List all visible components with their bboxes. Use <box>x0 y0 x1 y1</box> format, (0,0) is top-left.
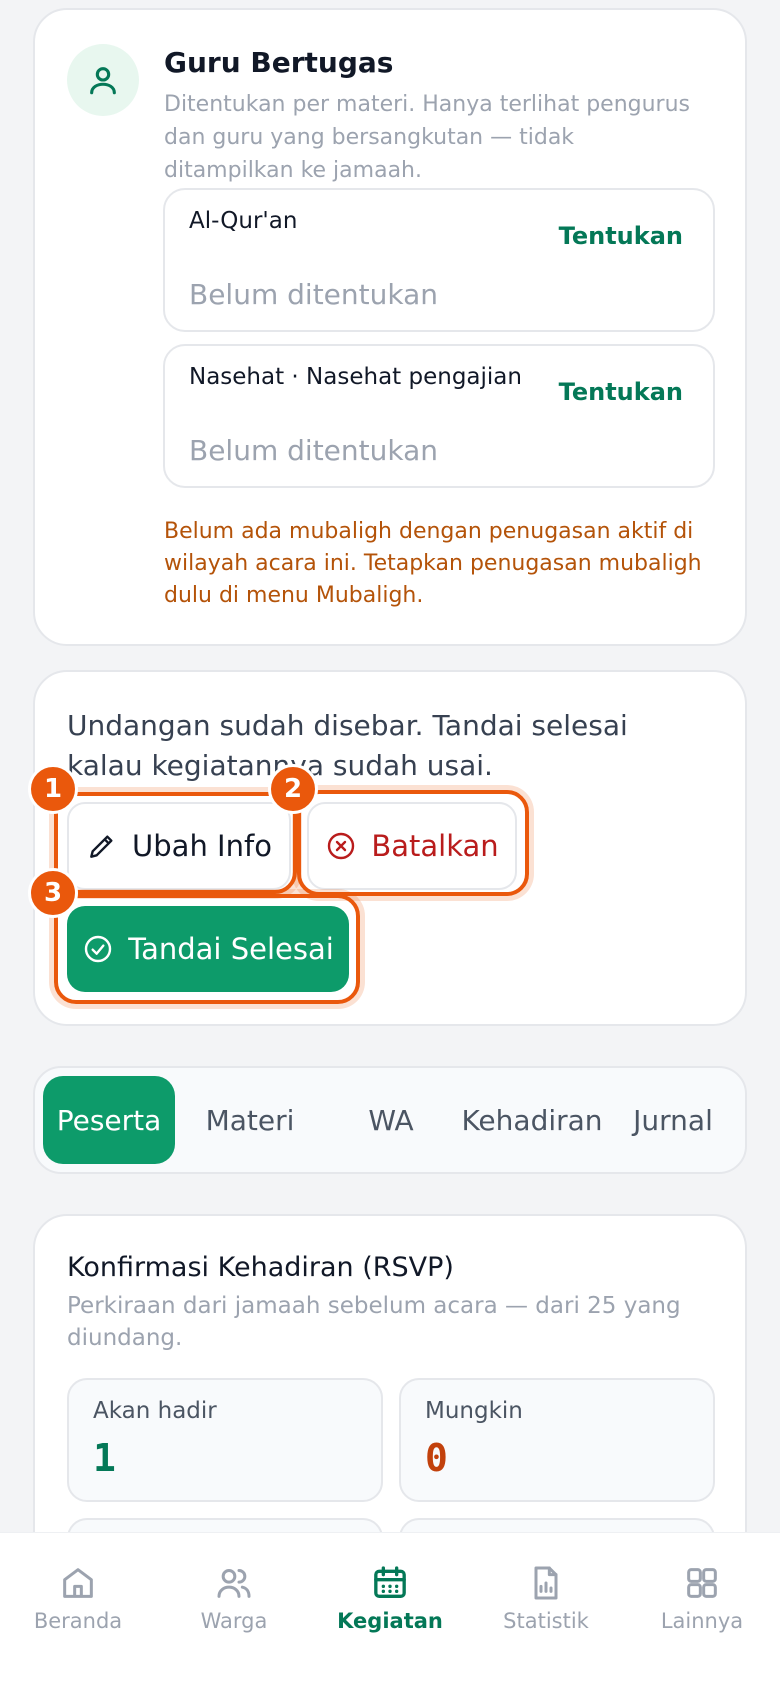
nav-statistik[interactable]: Statistik <box>476 1563 616 1659</box>
guru-description: Ditentukan per materi. Hanya terlihat pe… <box>164 92 690 183</box>
nav-label: Statistik <box>503 1609 589 1633</box>
users-icon <box>217 1569 251 1598</box>
stat-value: 0 <box>425 1436 448 1480</box>
nav-label: Warga <box>200 1609 268 1633</box>
batalkan-button[interactable]: Batalkan <box>307 802 517 890</box>
slot-name: Nasehat · Nasehat pengajian <box>189 364 522 390</box>
tab-wa[interactable]: WA <box>325 1076 457 1164</box>
bottom-navigation: Beranda Warga Kegiatan Statistik Lainnya <box>0 1532 780 1688</box>
tentukan-button[interactable]: Tentukan <box>559 378 683 406</box>
nav-warga[interactable]: Warga <box>164 1563 304 1659</box>
home-icon <box>63 1568 93 1598</box>
rsvp-title: Konfirmasi Kehadiran (RSVP) <box>67 1252 454 1283</box>
status-card: Undangan sudah disebar. Tandai selesai k… <box>33 670 747 1026</box>
slot-al-quran: Al-Qur'an Tentukan Belum ditentukan <box>163 188 715 332</box>
status-message: Undangan sudah disebar. Tandai selesai k… <box>67 709 628 782</box>
nav-lainnya[interactable]: Lainnya <box>632 1563 772 1659</box>
tab-materi[interactable]: Materi <box>184 1076 316 1164</box>
nav-label: Lainnya <box>660 1609 744 1633</box>
nav-kegiatan[interactable]: Kegiatan <box>318 1547 462 1659</box>
tandai-selesai-label: Tandai Selesai <box>128 932 334 966</box>
person-icon <box>67 44 139 116</box>
nav-label: Beranda <box>33 1609 123 1633</box>
check-circle-icon <box>84 935 112 963</box>
nav-label: Kegiatan <box>337 1609 443 1633</box>
rsvp-description: Perkiraan dari jamaah sebelum acara — da… <box>67 1293 681 1351</box>
stat-value: 1 <box>93 1436 116 1480</box>
event-tabs: Peserta Materi WA Kehadiran Jurnal <box>33 1066 747 1174</box>
stat-label: Mungkin <box>425 1398 523 1424</box>
guru-bertugas-card: Guru Bertugas Ditentukan per materi. Han… <box>33 8 747 646</box>
mubaligh-warning: Belum ada mubaligh dengan penugasan akti… <box>164 519 702 608</box>
annotation-badge-2: 2 <box>268 764 318 814</box>
slot-value: Belum ditentukan <box>189 278 438 311</box>
grid-icon <box>687 1568 717 1598</box>
tandai-selesai-button[interactable]: Tandai Selesai <box>67 906 349 992</box>
annotation-badge-3: 3 <box>28 868 78 918</box>
tab-jurnal[interactable]: Jurnal <box>607 1076 739 1164</box>
tentukan-button[interactable]: Tentukan <box>559 222 683 250</box>
batalkan-label: Batalkan <box>371 829 499 863</box>
slot-value: Belum ditentukan <box>189 434 438 467</box>
report-icon <box>534 1566 558 1600</box>
ubah-info-button[interactable]: Ubah Info <box>67 802 291 890</box>
nav-beranda[interactable]: Beranda <box>8 1563 148 1659</box>
stat-label: Akan hadir <box>93 1398 217 1424</box>
cancel-circle-icon <box>328 832 355 860</box>
stat-mungkin: Mungkin 0 <box>399 1378 715 1502</box>
slot-nasehat: Nasehat · Nasehat pengajian Tentukan Bel… <box>163 344 715 488</box>
calendar-icon <box>374 1566 406 1598</box>
slot-name: Al-Qur'an <box>189 208 298 234</box>
tab-kehadiran[interactable]: Kehadiran <box>461 1076 602 1164</box>
tab-peserta[interactable]: Peserta <box>43 1076 175 1164</box>
pencil-icon <box>90 835 113 858</box>
annotation-badge-1: 1 <box>28 764 78 814</box>
ubah-info-label: Ubah Info <box>132 829 272 863</box>
stat-akan-hadir: Akan hadir 1 <box>67 1378 383 1502</box>
guru-title: Guru Bertugas <box>164 46 394 79</box>
